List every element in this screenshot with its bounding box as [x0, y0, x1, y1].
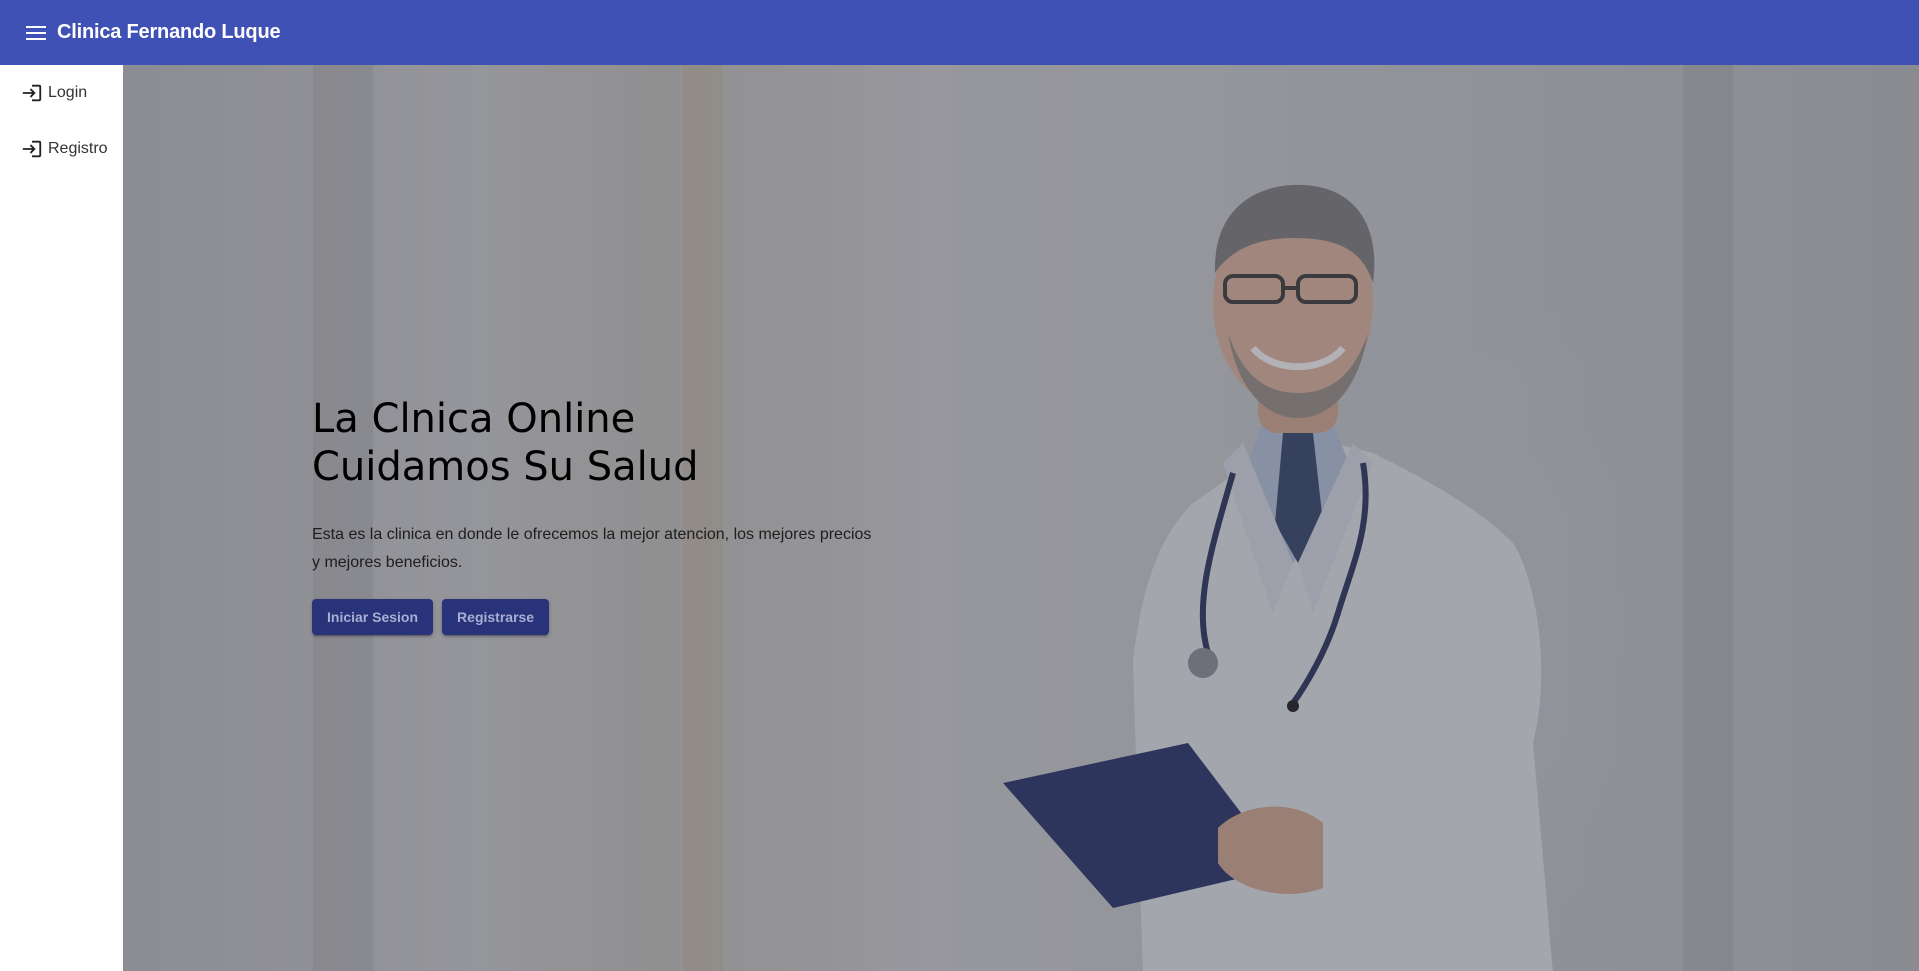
sidenav-item-label: Login [48, 84, 88, 101]
hero-description: Esta es la clinica en donde le ofrecemos… [312, 526, 872, 571]
hero-title-line-1: La Clnica Online [312, 396, 636, 442]
app-title: Clinica Fernando Luque [57, 21, 281, 43]
hero-text: La Clnica Online Cuidamos Su Salud Esta … [312, 395, 872, 635]
login-icon [22, 140, 42, 158]
register-button[interactable]: Registrarse [442, 599, 550, 635]
sidenav: Login Registro [0, 65, 123, 971]
top-toolbar: Clinica Fernando Luque [0, 0, 1919, 65]
hero-section: La Clnica Online Cuidamos Su Salud Esta … [123, 65, 1919, 971]
hero-title-line-2: Cuidamos Su Salud [312, 444, 699, 490]
hero-actions: Iniciar Sesion Registrarse [312, 599, 872, 635]
menu-icon[interactable] [26, 23, 46, 43]
sidenav-item-login[interactable]: Login [0, 65, 123, 121]
sidenav-item-label: Registro [48, 140, 108, 157]
hero-title: La Clnica Online Cuidamos Su Salud [312, 395, 872, 491]
login-icon [22, 84, 42, 102]
login-button[interactable]: Iniciar Sesion [312, 599, 434, 635]
sidenav-item-registro[interactable]: Registro [0, 121, 123, 177]
